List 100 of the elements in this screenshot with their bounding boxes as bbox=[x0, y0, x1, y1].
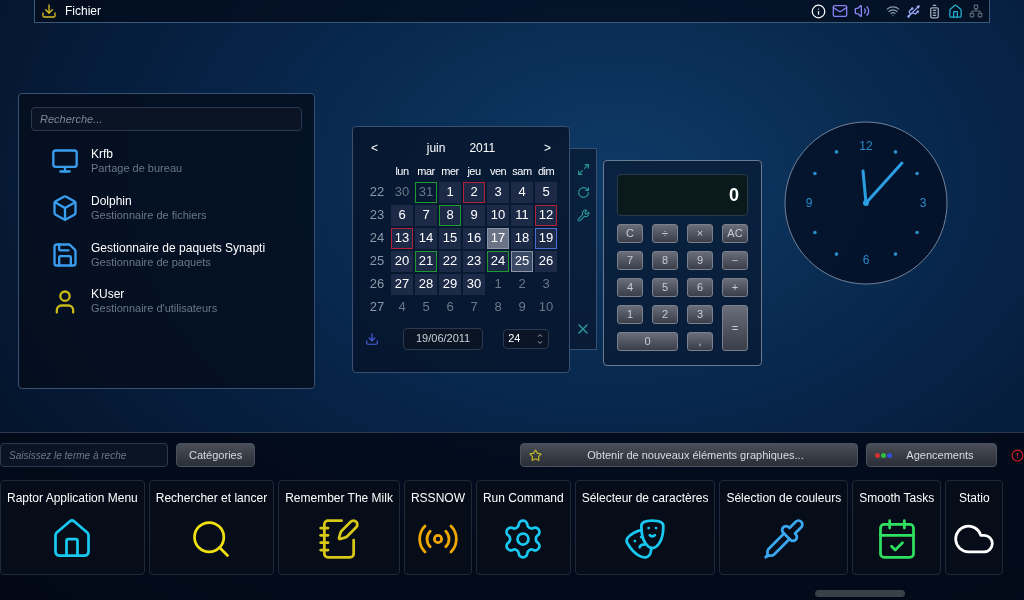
widget-card[interactable]: Rechercher et lancer bbox=[148, 480, 275, 575]
widget-card[interactable]: Sélection de couleurs bbox=[719, 480, 849, 575]
launcher-item[interactable]: Krfb Partage de bureau bbox=[51, 147, 302, 176]
network-icon[interactable] bbox=[969, 4, 983, 18]
calendar-day[interactable]: 21 bbox=[415, 250, 437, 272]
calendar-day[interactable]: 3 bbox=[535, 273, 557, 295]
calendar-day[interactable]: 8 bbox=[439, 204, 461, 226]
calculator-key[interactable]: 5 bbox=[652, 278, 678, 297]
calendar-day[interactable]: 16 bbox=[463, 227, 485, 249]
layouts-button[interactable]: Agencements bbox=[866, 443, 997, 467]
widget-card[interactable]: Sélecteur de caractères bbox=[574, 480, 716, 575]
calendar-day[interactable]: 30 bbox=[391, 181, 413, 203]
rotate-icon[interactable] bbox=[576, 186, 590, 199]
widget-card[interactable]: Raptor Application Menu bbox=[0, 480, 145, 575]
spin-up-icon[interactable] bbox=[536, 331, 545, 339]
calendar-day[interactable]: 25 bbox=[511, 250, 533, 272]
widget-card[interactable]: Statio bbox=[945, 480, 1004, 575]
calculator-key[interactable]: − bbox=[722, 251, 748, 270]
calendar-day[interactable]: 9 bbox=[463, 204, 485, 226]
scrollbar-thumb[interactable] bbox=[815, 590, 905, 597]
calendar-day[interactable]: 3 bbox=[487, 181, 509, 203]
calculator-key[interactable]: 4 bbox=[617, 278, 643, 297]
calculator-key[interactable]: AC bbox=[722, 224, 748, 243]
calendar-day[interactable]: 13 bbox=[391, 227, 413, 249]
calendar-day[interactable]: 6 bbox=[439, 296, 461, 318]
date-field[interactable]: 19/06/2011 bbox=[403, 327, 484, 350]
home-icon[interactable] bbox=[948, 3, 963, 19]
calculator-key[interactable]: , bbox=[687, 332, 713, 351]
search-field[interactable]: Recherche... bbox=[31, 107, 302, 131]
month-label[interactable]: juin bbox=[426, 139, 446, 157]
calendar-day[interactable]: 4 bbox=[391, 296, 413, 318]
launcher-item[interactable]: KUser Gestionnaire d'utilisateurs bbox=[51, 287, 302, 316]
spin-down-icon[interactable] bbox=[536, 338, 545, 346]
calendar-day[interactable]: 27 bbox=[391, 273, 413, 295]
calendar-day[interactable]: 5 bbox=[535, 181, 557, 203]
calendar-day[interactable]: 29 bbox=[439, 273, 461, 295]
calculator-key[interactable]: 6 bbox=[687, 278, 713, 297]
calendar-day[interactable]: 7 bbox=[463, 296, 485, 318]
categories-button[interactable]: Catégories bbox=[176, 443, 256, 467]
panel-title[interactable]: Fichier bbox=[65, 2, 101, 20]
widget-card[interactable]: Smooth Tasks bbox=[852, 480, 942, 575]
calendar-day[interactable]: 18 bbox=[511, 227, 533, 249]
calendar-day[interactable]: 19 bbox=[535, 227, 557, 249]
calendar-day[interactable]: 2 bbox=[511, 273, 533, 295]
calendar-day[interactable]: 15 bbox=[439, 227, 461, 249]
launcher-item[interactable]: Gestionnaire de paquets Synapti Gestionnaire de paquets bbox=[51, 240, 302, 270]
calendar-day[interactable]: 12 bbox=[535, 204, 557, 226]
calendar-day[interactable]: 17 bbox=[487, 227, 509, 249]
calculator-key[interactable]: ÷ bbox=[652, 224, 678, 243]
launcher-item[interactable]: Dolphin Gestionnaire de fichiers bbox=[51, 193, 302, 223]
battery-icon[interactable] bbox=[927, 3, 942, 19]
usb-icon[interactable] bbox=[906, 3, 921, 19]
calculator-key[interactable]: 1 bbox=[617, 305, 643, 324]
calculator-key[interactable]: × bbox=[687, 224, 713, 243]
calendar-day[interactable]: 23 bbox=[463, 250, 485, 272]
calculator-key[interactable]: 7 bbox=[617, 251, 643, 270]
calendar-day[interactable]: 5 bbox=[415, 296, 437, 318]
calculator-key[interactable]: + bbox=[722, 278, 748, 297]
calculator-key[interactable]: = bbox=[722, 305, 748, 351]
calculator-key[interactable]: 0 bbox=[617, 332, 678, 351]
calculator-key[interactable]: 9 bbox=[687, 251, 713, 270]
download-icon[interactable] bbox=[41, 3, 57, 19]
info-icon[interactable] bbox=[811, 3, 826, 19]
previous-month-button[interactable]: < bbox=[371, 139, 378, 157]
calculator-key[interactable]: 3 bbox=[687, 305, 713, 324]
widget-card[interactable]: RSSNOW bbox=[403, 480, 472, 575]
calendar-day[interactable]: 1 bbox=[487, 273, 509, 295]
settings-icon[interactable] bbox=[576, 209, 590, 222]
resize-icon[interactable] bbox=[576, 163, 590, 176]
calendar-day[interactable]: 4 bbox=[511, 181, 533, 203]
calendar-day[interactable]: 10 bbox=[535, 296, 557, 318]
calendar-day[interactable]: 26 bbox=[535, 250, 557, 272]
volume-icon[interactable] bbox=[854, 3, 870, 19]
calendar-day[interactable]: 10 bbox=[487, 204, 509, 226]
week-spinbox[interactable]: 24 bbox=[503, 328, 550, 349]
calendar-day[interactable]: 31 bbox=[415, 181, 437, 203]
calculator-key[interactable]: 8 bbox=[652, 251, 678, 270]
get-new-widgets-button[interactable]: Obtenir de nouveaux éléments graphiques... bbox=[520, 443, 858, 467]
calendar-day[interactable]: 8 bbox=[487, 296, 509, 318]
calculator-key[interactable]: 2 bbox=[652, 305, 678, 324]
calendar-day[interactable]: 24 bbox=[487, 250, 509, 272]
calendar-day[interactable]: 14 bbox=[415, 227, 437, 249]
calculator-key[interactable]: C bbox=[617, 224, 643, 243]
calendar-day[interactable]: 22 bbox=[439, 250, 461, 272]
calendar-day[interactable]: 7 bbox=[415, 204, 437, 226]
calendar-day[interactable]: 28 bbox=[415, 273, 437, 295]
widget-card[interactable]: Remember The Milk bbox=[278, 480, 400, 575]
calendar-day[interactable]: 9 bbox=[511, 296, 533, 318]
next-month-button[interactable]: > bbox=[544, 139, 551, 157]
calendar-day[interactable]: 2 bbox=[463, 181, 485, 203]
wifi-icon[interactable] bbox=[886, 4, 900, 18]
calendar-day[interactable]: 6 bbox=[391, 204, 413, 226]
widget-card[interactable]: Run Command bbox=[475, 480, 571, 575]
search-field[interactable]: Saisissez le terme à reche bbox=[0, 443, 168, 467]
calendar-day[interactable]: 30 bbox=[463, 273, 485, 295]
calendar-day[interactable]: 20 bbox=[391, 250, 413, 272]
alert-icon[interactable] bbox=[1011, 448, 1024, 462]
calendar-day[interactable]: 1 bbox=[439, 181, 461, 203]
mail-icon[interactable] bbox=[832, 3, 848, 19]
calendar-day[interactable]: 11 bbox=[511, 204, 533, 226]
